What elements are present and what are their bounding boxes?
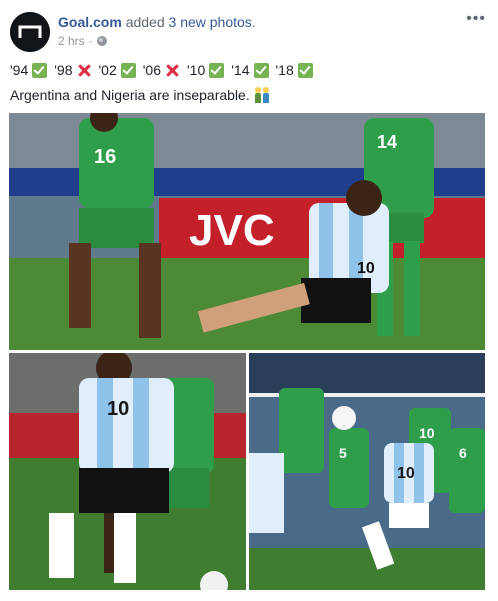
svg-text:10: 10 bbox=[357, 260, 375, 277]
check-mark-icon bbox=[32, 62, 48, 78]
period: . bbox=[251, 14, 256, 30]
meta-separator: · bbox=[88, 34, 93, 48]
post-meta: 2 hrs · bbox=[58, 34, 107, 48]
year-label: '02 bbox=[98, 62, 117, 78]
photo-bottom-right[interactable]: 5 10 6 10 bbox=[249, 353, 485, 590]
cross-mark-icon bbox=[77, 63, 92, 78]
year-label: '14 bbox=[231, 62, 250, 78]
caption-text: Argentina and Nigeria are inseparable. bbox=[10, 87, 250, 103]
year-label: '10 bbox=[187, 62, 206, 78]
svg-text:16: 16 bbox=[94, 146, 116, 168]
svg-text:5: 5 bbox=[339, 445, 347, 461]
sponsor-board: JVC bbox=[189, 206, 275, 255]
two-people-icon bbox=[254, 87, 270, 103]
page-avatar[interactable] bbox=[10, 12, 50, 52]
photo-main[interactable]: JVC 16 14 10 bbox=[9, 113, 485, 350]
year-label: '18 bbox=[275, 62, 294, 78]
facebook-post: Goal.com added 3 new photos. 2 hrs · •••… bbox=[0, 0, 498, 601]
svg-text:10: 10 bbox=[107, 398, 129, 420]
post-text-years: '94 '98 '02 '06 '10 '14 '18 bbox=[10, 60, 320, 80]
photos-link[interactable]: 3 new photos bbox=[169, 14, 252, 30]
check-mark-icon bbox=[209, 62, 225, 78]
post-header: Goal.com added 3 new photos. bbox=[58, 13, 256, 31]
post-action: added bbox=[125, 14, 165, 30]
check-mark-icon bbox=[297, 62, 313, 78]
photo-bottom-left[interactable]: 10 bbox=[9, 353, 246, 590]
check-mark-icon bbox=[120, 62, 136, 78]
svg-text:6: 6 bbox=[459, 445, 467, 461]
svg-text:10: 10 bbox=[419, 425, 435, 441]
year-label: '94 bbox=[10, 62, 29, 78]
year-label: '98 bbox=[54, 62, 73, 78]
goal-logo bbox=[10, 12, 50, 52]
year-label: '06 bbox=[142, 62, 161, 78]
cross-mark-icon bbox=[165, 63, 180, 78]
check-mark-icon bbox=[253, 62, 269, 78]
svg-text:14: 14 bbox=[377, 132, 397, 152]
timestamp[interactable]: 2 hrs bbox=[58, 34, 85, 48]
svg-text:10: 10 bbox=[397, 465, 415, 482]
author-name[interactable]: Goal.com bbox=[58, 14, 122, 30]
globe-icon[interactable] bbox=[96, 36, 107, 46]
post-text-caption: Argentina and Nigeria are inseparable. bbox=[10, 85, 270, 105]
ellipsis-icon[interactable]: ••• bbox=[466, 10, 486, 28]
